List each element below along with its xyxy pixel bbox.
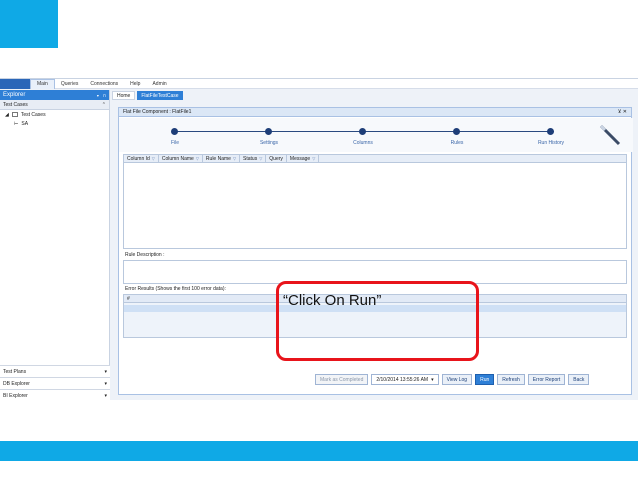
accent-square xyxy=(0,0,58,48)
filter-icon[interactable]: ▽ xyxy=(152,156,155,161)
step-dot-file[interactable] xyxy=(171,128,178,135)
panel-title-bar: Flat File Component : FlatFile1 ⊻ ✕ xyxy=(119,108,631,117)
bottom-action-bar: Mark as Completed 2/10/2014 13:55:26 AM … xyxy=(315,374,590,385)
document-tabs: Home FlatFileTestCase xyxy=(112,91,183,100)
step-label-columns[interactable]: Columns xyxy=(353,140,373,146)
accent-bar xyxy=(0,441,638,461)
step-label-settings[interactable]: Settings xyxy=(260,140,278,146)
sidebar-item-test-plans[interactable]: Test Plans ▾ xyxy=(0,365,110,377)
step-label-run-history[interactable]: Run History xyxy=(538,140,564,146)
run-datetime-field[interactable]: 2/10/2014 13:55:26 AM ▾ xyxy=(371,374,439,385)
sidebar-item-bi-explorer[interactable]: BI Explorer ▾ xyxy=(0,389,110,401)
chevron-down-icon: ▾ xyxy=(104,368,107,375)
wizard-steps: File Settings Columns Rules Run History xyxy=(119,118,633,152)
column-header-rule-name[interactable]: Rule Name ▽ xyxy=(203,154,241,163)
home-folder-icon xyxy=(11,112,18,117)
sidebar-item-label: DB Explorer xyxy=(3,380,30,387)
tree-item-test-cases[interactable]: ◢ Test Cases xyxy=(0,110,109,119)
step-label-file[interactable]: File xyxy=(171,140,179,146)
click-on-run-callout: “Click On Run” xyxy=(276,281,479,361)
dropdown-icon[interactable]: ▾ xyxy=(97,93,99,98)
rules-grid-body[interactable] xyxy=(123,163,627,249)
menu-item-help[interactable]: Help xyxy=(124,79,146,89)
sidebar-bottom-panels: Test Plans ▾ DB Explorer ▾ BI Explorer ▾ xyxy=(0,365,110,401)
error-report-button[interactable]: Error Report xyxy=(527,374,566,385)
step-dot-rules[interactable] xyxy=(453,128,460,135)
tab-home[interactable]: Home xyxy=(112,91,136,100)
magic-wand-icon xyxy=(599,124,621,146)
expand-arrow-icon[interactable]: ◢ xyxy=(5,112,9,118)
menu-item-admin[interactable]: Admin xyxy=(146,79,172,89)
section-label: Test Cases xyxy=(3,101,28,108)
pin-icon[interactable]: ⊻ xyxy=(618,109,622,115)
filter-icon[interactable]: ▽ xyxy=(233,156,236,161)
close-icon[interactable]: ✕ xyxy=(623,109,627,115)
tree-item-label: SA xyxy=(21,120,29,127)
rules-grid-header: Column Id ▽ Column Name ▽ Rule Name ▽ Statu… xyxy=(123,154,627,163)
run-datetime-value: 2/10/2014 13:55:26 AM xyxy=(376,376,429,383)
column-header-status[interactable]: Status ▽ xyxy=(240,154,267,163)
mark-completed-button[interactable]: Mark as Completed xyxy=(315,374,369,385)
tab-flatfile-testcase[interactable]: FlatFileTestCase xyxy=(137,91,183,100)
sidebar-item-db-explorer[interactable]: DB Explorer ▾ xyxy=(0,377,110,389)
chevron-down-icon: ▾ xyxy=(104,392,107,399)
step-label-rules[interactable]: Rules xyxy=(451,140,464,146)
panel-controls: ⊻ ✕ xyxy=(618,109,627,115)
test-cases-section[interactable]: Test Cases ⌃ xyxy=(0,100,109,110)
column-header-column-id[interactable]: Column Id ▽ xyxy=(124,154,159,163)
error-results-label: Error Results (Shows the first 100 error… xyxy=(125,286,226,292)
column-header-message[interactable]: Message ▽ xyxy=(287,154,320,163)
filter-icon[interactable]: ▽ xyxy=(259,156,262,161)
tree-branch-icon: ⊢ xyxy=(14,120,19,127)
sidebar-item-label: BI Explorer xyxy=(3,392,28,399)
back-button[interactable]: Back xyxy=(568,374,590,385)
rule-description-label: Rule Description : xyxy=(125,252,165,258)
step-dot-settings[interactable] xyxy=(265,128,272,135)
chevron-down-icon: ▾ xyxy=(104,380,107,387)
column-header-query[interactable]: Query xyxy=(266,154,287,163)
panel-title: Flat File Component : FlatFile1 xyxy=(123,109,192,115)
step-dot-columns[interactable] xyxy=(359,128,366,135)
step-dot-run-history[interactable] xyxy=(547,128,554,135)
filter-icon[interactable]: ▽ xyxy=(196,156,199,161)
explorer-sidebar: Explorer ▾ ⊓ Test Cases ⌃ ◢ Test Cases ⊢… xyxy=(0,90,110,401)
explorer-header: Explorer ▾ ⊓ xyxy=(0,90,109,100)
menu-item-queries[interactable]: Queries xyxy=(55,79,85,89)
callout-text: “Click On Run” xyxy=(283,292,382,309)
view-log-button[interactable]: View Log xyxy=(441,374,473,385)
menu-item-main[interactable]: Main xyxy=(30,78,55,89)
app-logo xyxy=(0,78,30,89)
explorer-title: Explorer xyxy=(3,92,26,98)
tree-item-label: Test Cases xyxy=(20,111,46,118)
menu-bar: Main Queries Connections Help Admin xyxy=(0,78,638,89)
chevron-down-icon[interactable]: ▾ xyxy=(431,377,434,383)
collapse-icon[interactable]: ⌃ xyxy=(102,102,106,108)
sidebar-item-label: Test Plans xyxy=(3,368,27,375)
menu-item-connections[interactable]: Connections xyxy=(84,79,124,89)
refresh-button[interactable]: Refresh xyxy=(497,374,525,385)
run-button[interactable]: Run xyxy=(475,374,495,385)
pin-icon[interactable]: ⊓ xyxy=(103,93,106,98)
tree-item-sa[interactable]: ⊢ SA xyxy=(0,119,109,128)
filter-icon[interactable]: ▽ xyxy=(312,156,315,161)
column-header-column-name[interactable]: Column Name ▽ xyxy=(159,154,203,163)
